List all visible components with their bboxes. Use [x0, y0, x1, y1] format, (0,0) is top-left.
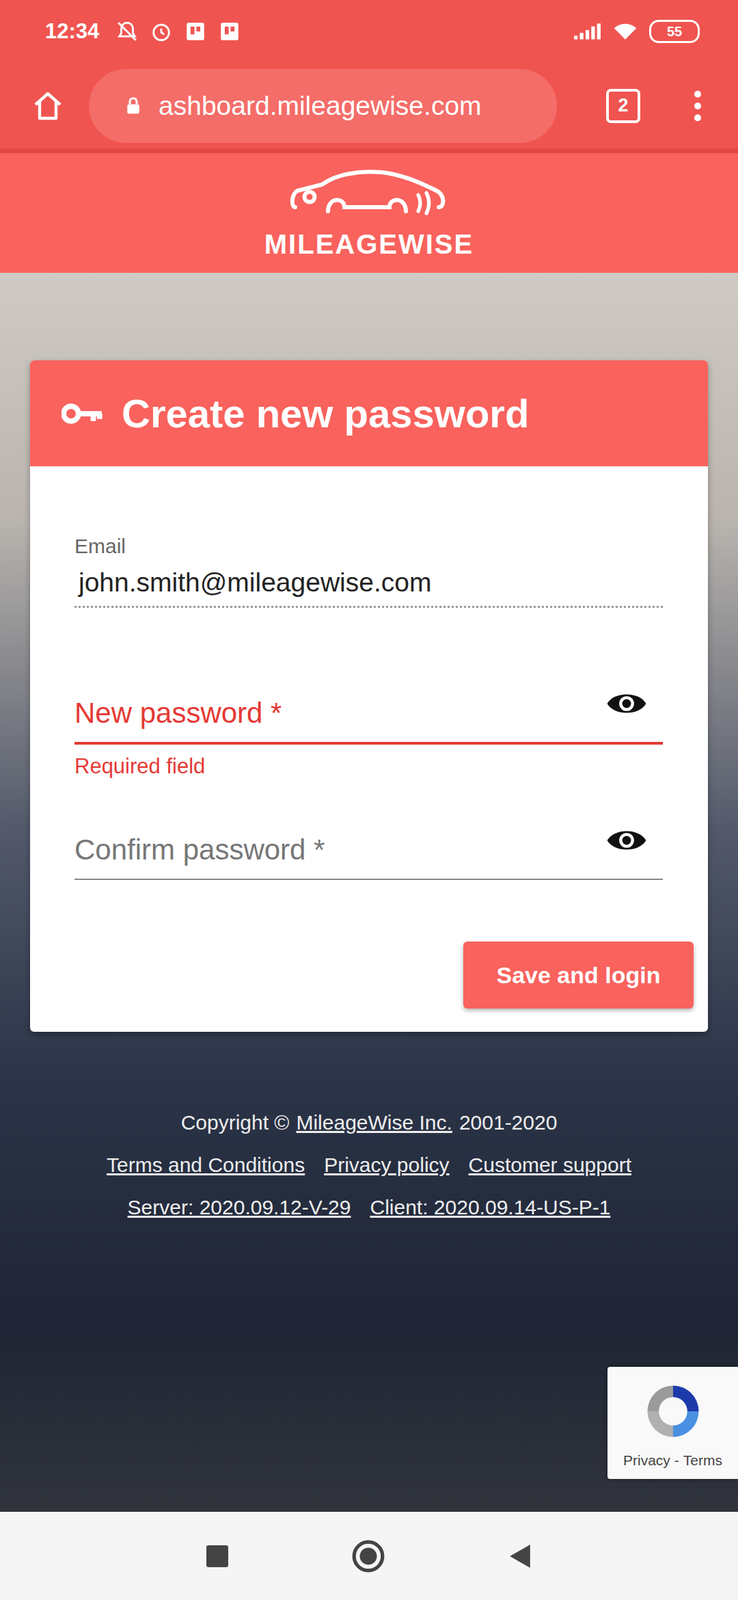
version-link[interactable]: Server: 2020.09.12-V-29 — [127, 1195, 352, 1219]
battery-indicator: 55 — [649, 19, 700, 44]
menu-icon[interactable] — [693, 90, 702, 122]
footer-link[interactable]: Customer support — [468, 1152, 632, 1177]
version-link[interactable]: Client: 2020.09.14-US-P-1 — [370, 1195, 611, 1219]
home-button-icon[interactable] — [351, 1538, 386, 1573]
copyright-years: 2001-2020 — [459, 1110, 557, 1134]
recaptcha-badge: Privacy - Terms — [607, 1365, 738, 1479]
recaptcha-terms-link[interactable]: Terms — [683, 1451, 723, 1468]
password-field: New password * Required field — [74, 692, 663, 779]
eye-icon[interactable] — [605, 825, 648, 855]
email-field: Email john.smith@mileagewise.com — [74, 534, 663, 608]
mute-icon — [115, 19, 139, 44]
save-and-login-button[interactable]: Save and login — [463, 940, 694, 1008]
eye-icon[interactable] — [605, 688, 648, 718]
alarm-icon — [149, 19, 173, 44]
copyright: Copyright © — [181, 1110, 290, 1134]
site-header: MILEAGEWISE — [0, 153, 738, 273]
separator: - — [674, 1451, 680, 1468]
recents-icon[interactable] — [206, 1544, 229, 1567]
signal-icon — [572, 22, 602, 41]
app-icon — [217, 19, 242, 44]
footer-link[interactable]: Privacy policy — [323, 1152, 449, 1177]
error-message: Required field — [74, 753, 663, 779]
lock-icon — [123, 94, 144, 118]
footer-link[interactable]: Terms and Conditions — [106, 1152, 305, 1177]
password-card: Create new password Email john.smith@mil… — [30, 360, 708, 1032]
tab-count[interactable]: 2 — [606, 88, 641, 123]
recaptcha-privacy-link[interactable]: Privacy — [623, 1451, 671, 1468]
recaptcha-icon — [638, 1376, 708, 1445]
card-header: Create new password — [30, 360, 708, 467]
key-icon — [61, 400, 104, 427]
url-bar[interactable]: ashboard.mileagewise.com — [88, 69, 557, 143]
password-input[interactable]: Confirm password * — [74, 828, 663, 880]
email-value: john.smith@mileagewise.com — [74, 567, 663, 598]
screen: 12:34 55 ashboard.mileagewise.com 2 MILE… — [0, 0, 738, 1599]
password-input[interactable]: New password * — [74, 692, 663, 745]
background-photo: Create new password Email john.smith@mil… — [0, 272, 738, 1511]
wifi-icon — [612, 21, 639, 41]
clock: 12:34 — [45, 19, 100, 44]
email-label: Email — [74, 534, 663, 558]
footer: Copyright © MileageWise Inc. 2001-2020 T… — [106, 1110, 632, 1219]
logo-text: MILEAGEWISE — [264, 228, 474, 260]
company-link[interactable]: MileageWise Inc. — [295, 1110, 452, 1134]
car-logo-icon — [287, 166, 451, 224]
navigation-bar — [0, 1510, 738, 1599]
password-field: Confirm password * — [74, 828, 663, 914]
app-icon — [183, 19, 208, 44]
browser-toolbar: ashboard.mileagewise.com 2 — [0, 62, 738, 154]
status-bar: 12:34 55 — [0, 0, 738, 63]
home-icon[interactable] — [31, 89, 65, 123]
card-title: Create new password — [121, 390, 529, 436]
back-icon[interactable] — [508, 1542, 532, 1569]
